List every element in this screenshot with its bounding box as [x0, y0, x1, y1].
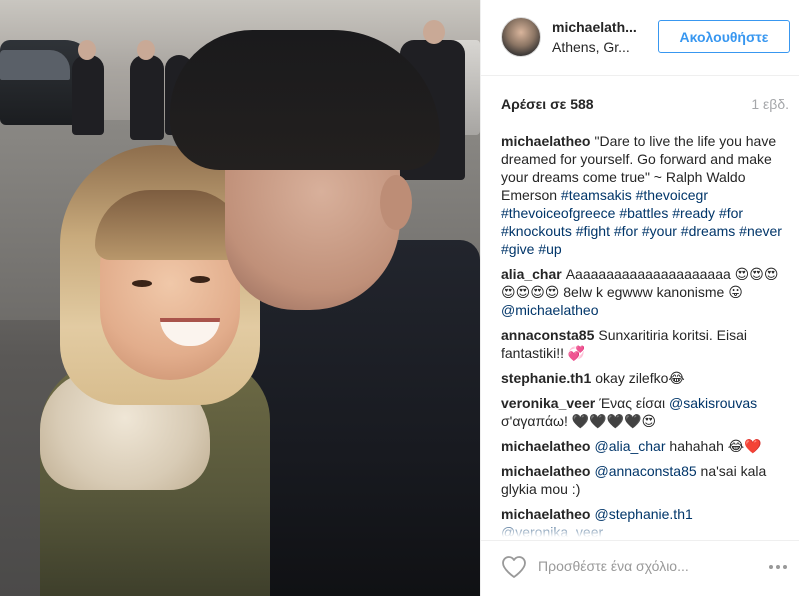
photo-bystander-4-head [423, 20, 445, 44]
comment-item: veronika_veer Ένας είσαι @sakisrouvas σ'α… [501, 394, 791, 430]
mention-link[interactable]: @alia_char [594, 438, 665, 454]
mention-link[interactable]: @annaconsta85 [594, 463, 696, 479]
comment-username[interactable]: annaconsta85 [501, 327, 594, 343]
post-footer [481, 540, 799, 596]
hashtag-link[interactable]: #never [739, 223, 782, 239]
comment-username[interactable]: michaelatheo [501, 438, 590, 454]
hashtag-link[interactable]: #up [538, 241, 561, 257]
author-username[interactable]: michaelath... [552, 19, 637, 35]
post-header: michaelath... Athens, Gr... Ακολουθήστε [481, 0, 799, 76]
comment-item: michaelatheo @annaconsta85 na'sai kala gl… [501, 462, 791, 498]
comments-list[interactable]: michaelatheo "Dare to live the life you h… [501, 132, 791, 537]
comment-item: michaelatheo @alia_char hahahah 😂❤️ [501, 437, 791, 455]
comment-text: hahahah 😂❤️ [665, 438, 762, 454]
ellipsis-dot [769, 565, 773, 569]
hashtag-link[interactable]: #ready [672, 205, 715, 221]
comment-username[interactable]: michaelatheo [501, 506, 590, 522]
hashtag-link[interactable]: #your [642, 223, 677, 239]
post-caption: michaelatheo "Dare to live the life you h… [501, 132, 791, 258]
photo-bystander-2-head [137, 40, 155, 60]
photo-woman-eye-right [190, 276, 210, 283]
post-side-panel: michaelath... Athens, Gr... Ακολουθήστε … [480, 0, 799, 596]
hashtag-link[interactable]: #thevoiceofgreece [501, 205, 615, 221]
avatar[interactable] [501, 17, 541, 57]
comment-item: stephanie.th1 okay zilefko😂 [501, 369, 791, 387]
post-location[interactable]: Athens, Gr... [552, 39, 630, 55]
mention-link[interactable]: @stephanie.th1 [594, 506, 692, 522]
instagram-post: michaelath... Athens, Gr... Ακολουθήστε … [0, 0, 799, 596]
likes-count[interactable]: Αρέσει σε 588 [501, 96, 594, 112]
photo-man-ear [380, 175, 412, 230]
hashtag-link[interactable]: #fight [576, 223, 610, 239]
photo-car-window [0, 50, 70, 80]
heart-outline-icon[interactable] [501, 555, 527, 579]
hashtag-link[interactable]: #thevoicegr [636, 187, 708, 203]
comment-text: okay zilefko😂 [595, 370, 685, 386]
ellipsis-dot [776, 565, 780, 569]
comment-username[interactable]: michaelatheo [501, 133, 590, 149]
photo-bystander-1 [72, 55, 104, 135]
photo-woman-bangs [95, 190, 245, 260]
photo-bystander-1-head [78, 40, 96, 60]
mention-link[interactable]: @michaelatheo [501, 302, 599, 318]
comment-username[interactable]: stephanie.th1 [501, 370, 591, 386]
mention-link[interactable]: @sakisrouvas [669, 395, 757, 411]
comment-username[interactable]: michaelatheo [501, 463, 590, 479]
post-timestamp[interactable]: 1 εβδ. [751, 96, 789, 112]
comment-item: annaconsta85 Sunxaritiria koritsi. Eisai … [501, 326, 791, 362]
comment-input[interactable] [538, 554, 758, 578]
comment-text: Ένας είσαι [599, 395, 669, 411]
photo-woman-eye-left [132, 280, 152, 287]
photo-bystander-2 [130, 55, 164, 140]
hashtag-link[interactable]: #for [719, 205, 743, 221]
comment-username[interactable]: alia_char [501, 266, 562, 282]
post-photo[interactable] [0, 0, 480, 596]
comment-username[interactable]: veronika_veer [501, 395, 595, 411]
hashtag-link[interactable]: #knockouts [501, 223, 572, 239]
comment-text: σ'αγαπάω! 🖤🖤🖤🖤😍 [501, 413, 657, 429]
ellipsis-dot [783, 565, 787, 569]
comments-fade [501, 521, 791, 537]
hashtag-link[interactable]: #for [614, 223, 638, 239]
hashtag-link[interactable]: #dreams [681, 223, 735, 239]
follow-button[interactable]: Ακολουθήστε [658, 20, 790, 53]
ellipsis-icon[interactable] [766, 555, 790, 579]
hashtag-link[interactable]: #battles [619, 205, 668, 221]
comment-item: alia_char Aaaaaaaaaaaaaaaaaaaaa 😍😍😍😍😍😍😍 8… [501, 265, 791, 319]
hashtag-link[interactable]: #give [501, 241, 534, 257]
hashtag-link[interactable]: #teamsakis [561, 187, 632, 203]
